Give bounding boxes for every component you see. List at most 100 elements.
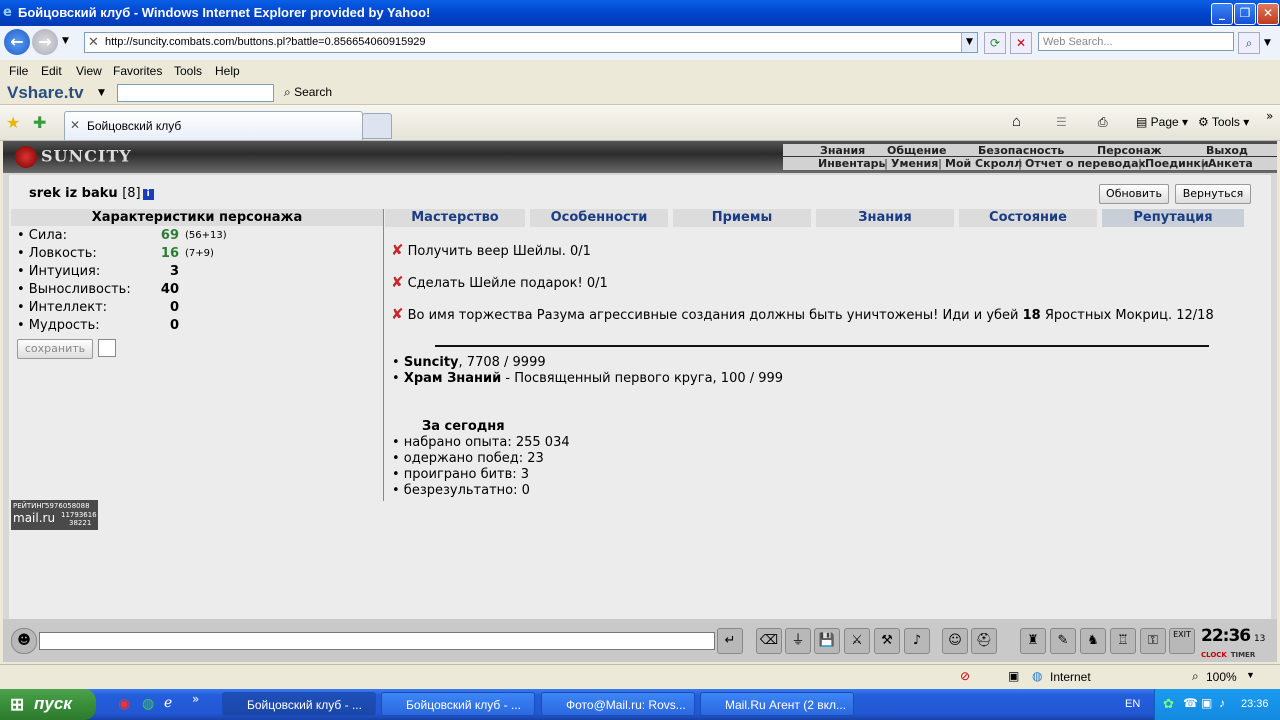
menu-help[interactable]: Help — [215, 64, 240, 78]
quest-text-end: Яростных Мокриц. 12/18 — [1040, 308, 1214, 323]
ie-quicklaunch-icon[interactable]: ℯ — [164, 695, 172, 711]
new-tab-button[interactable] — [362, 113, 392, 139]
icq-icon[interactable]: ✿ — [1163, 696, 1174, 712]
zoom-level[interactable]: 100% — [1206, 670, 1237, 684]
vshare-search-input[interactable] — [117, 84, 274, 102]
info-icon[interactable]: i — [142, 189, 154, 200]
menu-tools[interactable]: Tools — [174, 64, 202, 78]
start-button[interactable]: ⊞ пуск — [0, 689, 96, 720]
web-search-input[interactable]: Web Search... — [1038, 32, 1234, 51]
tab-osobennosti[interactable]: Особенности — [530, 209, 668, 227]
task-button[interactable]: Бойцовский клуб - ... — [222, 692, 376, 716]
chat-avatar-icon[interactable]: ☻ — [11, 628, 37, 654]
quest-text: Получить веер Шейлы. 0/1 — [407, 244, 591, 259]
quest-item: ✘ Во имя торжества Разума агрессивные соз… — [391, 305, 1214, 323]
volume-icon[interactable]: ♪ — [1219, 696, 1225, 710]
bag-icon[interactable]: ♜ — [1020, 628, 1046, 654]
search-options-icon[interactable]: ▼ — [1264, 38, 1271, 48]
menu-favorites[interactable]: Favorites — [113, 64, 162, 78]
lock-icon[interactable]: ⚿ — [1140, 628, 1166, 654]
home-icon[interactable]: ⌂ — [1012, 113, 1021, 130]
tab-masterstvo[interactable]: Мастерство — [385, 209, 525, 227]
tab-priemy[interactable]: Приемы — [673, 209, 811, 227]
chat-input[interactable] — [39, 632, 715, 650]
tools-icon[interactable]: ⚒ — [874, 628, 900, 654]
task-button[interactable]: Бойцовский клуб - ... — [381, 692, 535, 716]
feeds-icon[interactable]: ☰ — [1056, 115, 1067, 129]
vshare-logo[interactable]: Vshare.tv — [7, 83, 84, 103]
popup-blocked-icon[interactable]: ⊘ — [960, 669, 970, 683]
menu-inventar[interactable]: Инвентарь — [818, 157, 885, 170]
menu-bezopasnost[interactable]: Безопасность — [978, 144, 1064, 157]
menu-file[interactable]: File — [9, 64, 28, 78]
mailru-rating-counter[interactable]: РЕЙТИНГ 5976058088 mail.ru 11793616 3822… — [11, 500, 98, 530]
forward-button[interactable]: → — [32, 29, 58, 55]
address-bar[interactable]: ✕ http://suncity.combats.com/buttons.pl?… — [84, 32, 978, 53]
menu-edit[interactable]: Edit — [41, 64, 62, 78]
sound-icon[interactable]: ♪ — [904, 628, 930, 654]
send-icon[interactable]: ↵ — [717, 628, 743, 654]
menu-view[interactable]: View — [76, 64, 102, 78]
tab-znaniya[interactable]: Знания — [816, 209, 954, 227]
helmet-icon[interactable]: ⛑ — [971, 628, 997, 654]
add-favorite-icon[interactable]: ✚ — [33, 113, 46, 132]
favorites-star-icon[interactable]: ★ — [6, 113, 20, 132]
fight-icon[interactable]: ⚔ — [844, 628, 870, 654]
refresh-button[interactable]: Обновить — [1099, 184, 1169, 204]
menu-poedinki[interactable]: Поединки — [1145, 157, 1209, 170]
tab-sostoyanie[interactable]: Состояние — [959, 209, 1097, 227]
vshare-search-button[interactable]: ⌕ Search — [284, 85, 332, 100]
fail-icon: ✘ — [391, 305, 404, 323]
menu-personazh[interactable]: Персонаж — [1097, 144, 1162, 157]
fail-icon: ✘ — [391, 273, 404, 291]
utorrent-icon[interactable]: ◍ — [142, 696, 154, 712]
filter-icon[interactable]: ⏚ — [785, 628, 811, 654]
tab-reputatsiya[interactable]: Репутация — [1102, 209, 1244, 227]
menu-umeniya[interactable]: Умения — [891, 157, 938, 170]
stat-value: 69 — [160, 228, 179, 243]
opera-icon[interactable]: ◉ — [118, 696, 130, 712]
maximize-button[interactable]: ❐ — [1234, 3, 1256, 25]
menu-znaniya[interactable]: Знания — [820, 144, 865, 157]
menu-otchet[interactable]: Отчет о переводах — [1025, 157, 1146, 170]
refresh-icon[interactable]: ⟳ — [984, 32, 1006, 54]
tray-icon[interactable]: ▣ — [1201, 696, 1212, 710]
task-button[interactable]: Mail.Ru Агент (2 вкл... — [700, 692, 854, 716]
browser-tab-active[interactable]: ✕ Бойцовский клуб — [64, 111, 363, 140]
status-bar: ⊘ ▣ ◍ Internet ⌕ 100% ▼ — [0, 664, 1280, 689]
scroll-icon[interactable]: ✎ — [1050, 628, 1076, 654]
address-dropdown-icon[interactable]: ▼ — [961, 33, 977, 52]
back-button-page[interactable]: Вернуться — [1175, 184, 1251, 204]
more-chevron-icon[interactable]: » — [1266, 109, 1273, 123]
zoom-dropdown-icon[interactable]: ▼ — [1246, 670, 1255, 680]
tray-clock[interactable]: 23:36 — [1241, 698, 1269, 710]
search-icon[interactable]: ⌕ — [1238, 32, 1260, 54]
vshare-dropdown-icon[interactable]: ▼ — [98, 88, 105, 98]
minimize-button[interactable]: _ — [1211, 3, 1233, 25]
mask-icon[interactable]: ♞ — [1080, 628, 1106, 654]
quicklaunch-more-icon[interactable]: » — [192, 692, 199, 706]
logo-text: SUNCITY — [41, 146, 132, 166]
back-button[interactable]: ← — [4, 29, 30, 55]
top-menu-primary: Знания Общение Безопасность Персонаж Вых… — [783, 144, 1277, 157]
save-log-icon[interactable]: 💾 — [814, 628, 840, 654]
close-button[interactable]: ✕ — [1257, 3, 1279, 25]
checkbox[interactable] — [98, 339, 116, 357]
print-icon[interactable]: ⎙ — [1098, 115, 1108, 130]
tray-icon[interactable]: ☎ — [1183, 696, 1198, 710]
guard-icon[interactable]: ♖ — [1110, 628, 1136, 654]
menu-vykhod[interactable]: Выход — [1206, 144, 1248, 157]
eraser-icon[interactable]: ⌫ — [756, 628, 782, 654]
smile-icon[interactable]: ☺ — [942, 628, 968, 654]
save-button[interactable]: сохранить — [17, 339, 93, 359]
stop-icon[interactable]: ✕ — [1010, 32, 1032, 54]
page-menu[interactable]: ▤ Page ▾ — [1136, 115, 1188, 129]
menu-moy-skroll[interactable]: Мой Скролл — [945, 157, 1022, 170]
menu-obshchenie[interactable]: Общение — [887, 144, 946, 157]
history-dropdown-icon[interactable]: ▼ — [62, 36, 69, 46]
menu-anketa[interactable]: Анкета — [1208, 157, 1253, 170]
exit-icon[interactable]: EXIT — [1169, 628, 1195, 654]
language-indicator[interactable]: EN — [1125, 698, 1140, 710]
tools-menu[interactable]: ⚙ Tools ▾ — [1198, 115, 1249, 129]
task-button[interactable]: Фото@Mail.ru: Rovs... — [541, 692, 695, 716]
